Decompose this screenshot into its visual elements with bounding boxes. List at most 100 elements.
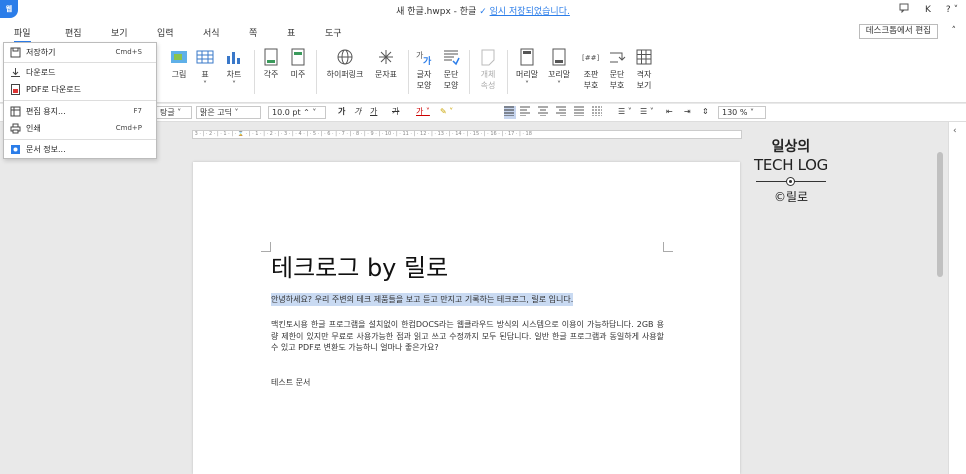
menu-page[interactable]: 쪽 bbox=[249, 26, 257, 39]
panel-expand-icon[interactable]: ‹ bbox=[953, 126, 957, 136]
header-button[interactable]: 머리말 ˅ bbox=[513, 48, 541, 89]
file-menu-pdf[interactable]: PDF로 다운로드 bbox=[4, 82, 156, 97]
file-menu-save[interactable]: 저장하기 Cmd+S bbox=[4, 45, 156, 60]
menu-label: 편집 용지... bbox=[26, 107, 66, 116]
margin-corner-mark bbox=[663, 242, 673, 252]
footer-button[interactable]: 꼬리말 ˅ bbox=[545, 48, 573, 89]
insert-picture-button[interactable]: 그림 bbox=[166, 48, 192, 80]
chart-icon bbox=[227, 52, 240, 64]
bullet-list-button[interactable]: ☰ ˅ bbox=[618, 106, 632, 119]
menu-insert[interactable]: 입력 bbox=[157, 26, 174, 39]
save-status-link[interactable]: 임시 저장되었습니다. bbox=[490, 7, 570, 17]
ribbon-label: 문단 부호 bbox=[609, 70, 625, 90]
menu-separator bbox=[4, 62, 156, 63]
ribbon-label: 격자 보기 bbox=[636, 70, 652, 90]
watermark-divider bbox=[752, 176, 830, 186]
help-button[interactable]: ? ˅ bbox=[944, 3, 960, 17]
numbered-list-button[interactable]: ☰ ˅ bbox=[640, 106, 654, 119]
user-avatar[interactable]: K bbox=[920, 3, 936, 17]
strike-button[interactable]: 가 bbox=[392, 106, 399, 119]
hancom-docs-window: 웹 새 한글.hwpx - 한글 ✓ 임시 저장되었습니다. K ? ˅ 파일 … bbox=[0, 0, 966, 474]
object-props-button[interactable]: 개체 속성 bbox=[476, 48, 500, 91]
align-center-icon bbox=[538, 106, 548, 117]
document-paragraph[interactable]: 맥킨토시용 한글 프로그램을 설치없이 한컴DOCS라는 웹클라우드 방식의 시… bbox=[271, 319, 664, 354]
file-menu-page-setup[interactable]: 편집 용지... F7 bbox=[4, 104, 156, 119]
align-right-icon bbox=[556, 106, 566, 117]
ribbon-label: 조판 부호 bbox=[583, 70, 599, 90]
download-icon bbox=[11, 68, 20, 77]
watermark-line1: 일상의 bbox=[771, 139, 811, 155]
line-spacing-icon[interactable]: ⇕ bbox=[702, 106, 709, 119]
align-distribute-icon bbox=[574, 106, 584, 117]
ribbon-collapse-icon[interactable]: ˄ bbox=[952, 26, 957, 36]
desktop-edit-button[interactable]: 데스크톱에서 편집 bbox=[858, 24, 938, 39]
para-marks-button[interactable]: 문단 부호 bbox=[606, 48, 628, 91]
ribbon-label: 각주 bbox=[263, 70, 279, 79]
scrollbar-thumb[interactable] bbox=[937, 152, 943, 277]
ribbon-separator bbox=[469, 50, 470, 94]
underline-button[interactable]: 가 bbox=[370, 106, 377, 119]
document-page[interactable]: 테크로그 by 릴로 안녕하세요? 우리 주변의 테크 제품들을 보고 듣고 만… bbox=[193, 162, 740, 474]
control-codes-button[interactable]: [##] 조판 부호 bbox=[580, 48, 602, 91]
align-left-button[interactable] bbox=[520, 106, 530, 119]
insert-chart-button[interactable]: 차트 ˅ bbox=[222, 48, 246, 89]
picture-icon bbox=[171, 51, 187, 63]
ribbon-separator bbox=[254, 50, 255, 94]
selected-text-line[interactable]: 안녕하세요? 우리 주변의 테크 제품들을 보고 듣고 만지고 기록하는 테크로… bbox=[271, 293, 574, 306]
font-color-button[interactable]: 가 ˅ bbox=[416, 106, 430, 119]
comment-icon[interactable] bbox=[896, 3, 912, 17]
para-shape-icon bbox=[444, 50, 460, 66]
ribbon-label: 하이퍼링크 bbox=[326, 70, 364, 79]
horizontal-ruler[interactable]: 3 · | · 2 · | · 1 · | · ⌛ · | · 1 · | · … bbox=[192, 130, 742, 139]
align-right-button[interactable] bbox=[556, 106, 566, 119]
insert-table-button[interactable]: 표 ˅ bbox=[193, 48, 217, 89]
hyperlink-button[interactable]: 하이퍼링크 bbox=[322, 48, 368, 80]
align-split-button[interactable] bbox=[592, 106, 602, 119]
footnote-button[interactable]: 각주 bbox=[259, 48, 283, 80]
style-value: 탕글 bbox=[160, 108, 175, 117]
menu-file[interactable]: 파일 bbox=[14, 26, 31, 43]
window-title: 새 한글.hwpx - 한글 ✓ 임시 저장되었습니다. bbox=[0, 4, 966, 17]
menu-shortcut: Cmd+S bbox=[115, 48, 142, 56]
control-codes-icon: [##] bbox=[582, 54, 599, 62]
line-spacing-unit: % bbox=[739, 108, 748, 117]
save-icon bbox=[10, 47, 21, 58]
indent-increase-icon[interactable]: ⇥ bbox=[684, 106, 691, 119]
grid-view-button[interactable]: 격자 보기 bbox=[633, 48, 655, 91]
align-justify-button[interactable] bbox=[504, 106, 516, 119]
align-center-button[interactable] bbox=[538, 106, 548, 119]
menu-view[interactable]: 보기 bbox=[111, 26, 128, 39]
align-distribute-button[interactable] bbox=[574, 106, 584, 119]
help-label: ? bbox=[945, 5, 951, 15]
endnote-button[interactable]: 미주 bbox=[286, 48, 310, 80]
menu-shortcut: Cmd+P bbox=[115, 124, 142, 132]
file-menu-print[interactable]: 인쇄 Cmd+P bbox=[4, 121, 156, 136]
char-shape-button[interactable]: 가가 글자 모양 bbox=[413, 48, 435, 91]
font-select[interactable]: 맑은 고딕 ˅ bbox=[196, 106, 261, 119]
grid-icon bbox=[636, 49, 652, 65]
font-size-input[interactable]: 10.0 pt ⌃ ˅ bbox=[268, 106, 326, 119]
file-menu-download[interactable]: 다운로드 bbox=[4, 65, 156, 80]
menu-edit[interactable]: 편집 bbox=[65, 26, 82, 39]
line-spacing-select[interactable]: 130 % ˅ bbox=[718, 106, 766, 119]
menu-format[interactable]: 서식 bbox=[203, 26, 220, 39]
para-shape-button[interactable]: 문단 모양 bbox=[440, 48, 462, 91]
document-test-line[interactable]: 테스트 문서 bbox=[271, 377, 310, 388]
ribbon-label: 미주 bbox=[290, 70, 306, 79]
menu-table[interactable]: 표 bbox=[287, 26, 295, 39]
indent-decrease-icon[interactable]: ⇤ bbox=[666, 106, 673, 119]
style-select[interactable]: 탕글 ˅ bbox=[156, 106, 192, 119]
italic-button[interactable]: 가 bbox=[354, 106, 361, 119]
ribbon-label: 문단 모양 bbox=[443, 70, 459, 90]
menu-separator bbox=[4, 139, 156, 140]
bold-button[interactable]: 가 bbox=[338, 106, 345, 119]
file-menu-doc-info[interactable]: 문서 정보... bbox=[4, 142, 156, 157]
symbol-button[interactable]: 문자표 bbox=[371, 48, 401, 80]
highlight-icon[interactable]: ✎ ˅ bbox=[440, 106, 453, 119]
document-heading[interactable]: 테크로그 by 릴로 bbox=[271, 248, 448, 283]
ribbon-label: 글자 모양 bbox=[416, 70, 432, 90]
menu-label: 문서 정보... bbox=[26, 145, 66, 154]
chevron-down-icon: ˅ bbox=[232, 80, 236, 89]
menu-tools[interactable]: 도구 bbox=[325, 26, 342, 39]
line-spacing-value: 130 bbox=[722, 108, 738, 117]
